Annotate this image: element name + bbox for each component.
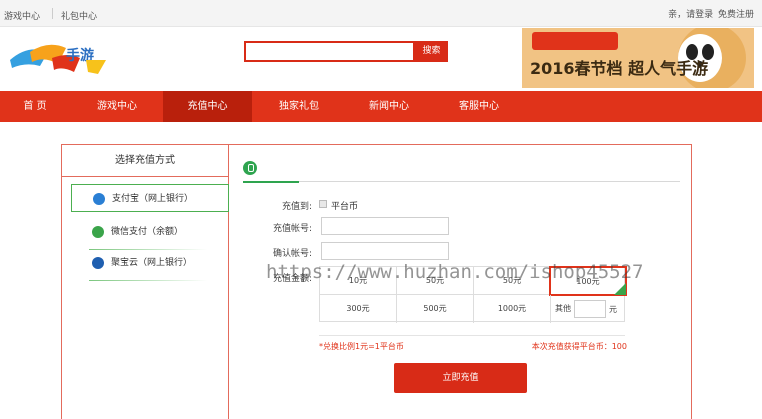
search-button[interactable]: 搜索 bbox=[415, 41, 448, 62]
login-link[interactable]: 亲，请登录 bbox=[668, 10, 713, 20]
platform-coin-checkbox[interactable] bbox=[319, 200, 327, 208]
method-jubaoyun-label: 聚宝云（网上银行） bbox=[111, 258, 193, 268]
earned-coins: 本次充值获得平台币：100 bbox=[531, 342, 627, 351]
register-link[interactable]: 免费注册 bbox=[718, 10, 754, 20]
watermark: https://www.huzhan.com/ishop45527 bbox=[266, 261, 644, 283]
search-input[interactable] bbox=[244, 41, 415, 62]
platform-coin-label: 平台币 bbox=[331, 202, 359, 212]
top-link-games[interactable]: 游戏中心 bbox=[4, 9, 40, 22]
top-account: 亲，请登录 免费注册 bbox=[666, 7, 754, 20]
form-divider bbox=[319, 335, 625, 336]
other-unit-label: 元 bbox=[609, 305, 617, 314]
payment-method-sidebar: 选择充值方式 支付宝（网上银行） 微信支付（余额） 聚宝云（网上银行） bbox=[61, 144, 229, 419]
nav-gifts[interactable]: 独家礼包 bbox=[263, 91, 335, 122]
recharge-to-label: 充值到: bbox=[281, 202, 312, 212]
check-icon bbox=[614, 283, 626, 295]
jubaoyun-icon bbox=[92, 257, 104, 269]
account-input[interactable] bbox=[321, 217, 449, 235]
tab-active-underline bbox=[243, 181, 299, 183]
method-alipay[interactable]: 支付宝（网上银行） bbox=[71, 184, 229, 212]
nav-home[interactable]: 首 页 bbox=[0, 91, 70, 122]
method-underline bbox=[89, 280, 207, 281]
nav-recharge[interactable]: 充值中心 bbox=[163, 91, 252, 122]
top-bar: 游戏中心 礼包中心 亲，请登录 免费注册 bbox=[0, 0, 762, 27]
tab-divider bbox=[243, 181, 680, 182]
promo-banner[interactable]: 2016春节档 超人气手游 bbox=[522, 28, 754, 88]
account-label: 充值帐号: bbox=[272, 224, 312, 234]
main-nav: 首 页 游戏中心 充值中心 独家礼包 新闻中心 客服中心 bbox=[0, 91, 762, 122]
method-alipay-label: 支付宝（网上银行） bbox=[112, 194, 194, 204]
nav-games[interactable]: 游戏中心 bbox=[81, 91, 153, 122]
other-label: 其他 bbox=[555, 304, 571, 313]
confirm-account-label: 确认帐号: bbox=[272, 249, 312, 259]
method-wechat-label: 微信支付（余额） bbox=[111, 227, 184, 237]
alipay-icon bbox=[93, 193, 105, 205]
amount-option[interactable]: 300元 bbox=[320, 295, 397, 323]
amount-option[interactable]: 500元 bbox=[397, 295, 474, 323]
method-jubaoyun[interactable]: 聚宝云（网上银行） bbox=[71, 249, 229, 281]
top-link-gifts[interactable]: 礼包中心 bbox=[61, 9, 97, 22]
amount-option[interactable]: 1000元 bbox=[474, 295, 551, 323]
lock-icon bbox=[243, 161, 257, 175]
banner-text: 2016春节档 超人气手游 bbox=[530, 59, 708, 78]
method-wechat[interactable]: 微信支付（余额） bbox=[71, 218, 229, 250]
nav-news[interactable]: 新闻中心 bbox=[353, 91, 425, 122]
site-logo[interactable]: 手游 bbox=[8, 38, 108, 78]
confirm-account-input[interactable] bbox=[321, 242, 449, 260]
top-divider bbox=[52, 8, 53, 19]
wechat-icon bbox=[92, 226, 104, 238]
nav-support[interactable]: 客服中心 bbox=[443, 91, 515, 122]
submit-recharge-button[interactable]: 立即充值 bbox=[394, 363, 527, 393]
exchange-ratio: *兑换比例1元=1平台币 bbox=[319, 342, 404, 351]
sidebar-title: 选择充值方式 bbox=[61, 144, 229, 177]
other-amount-input[interactable] bbox=[574, 300, 606, 318]
